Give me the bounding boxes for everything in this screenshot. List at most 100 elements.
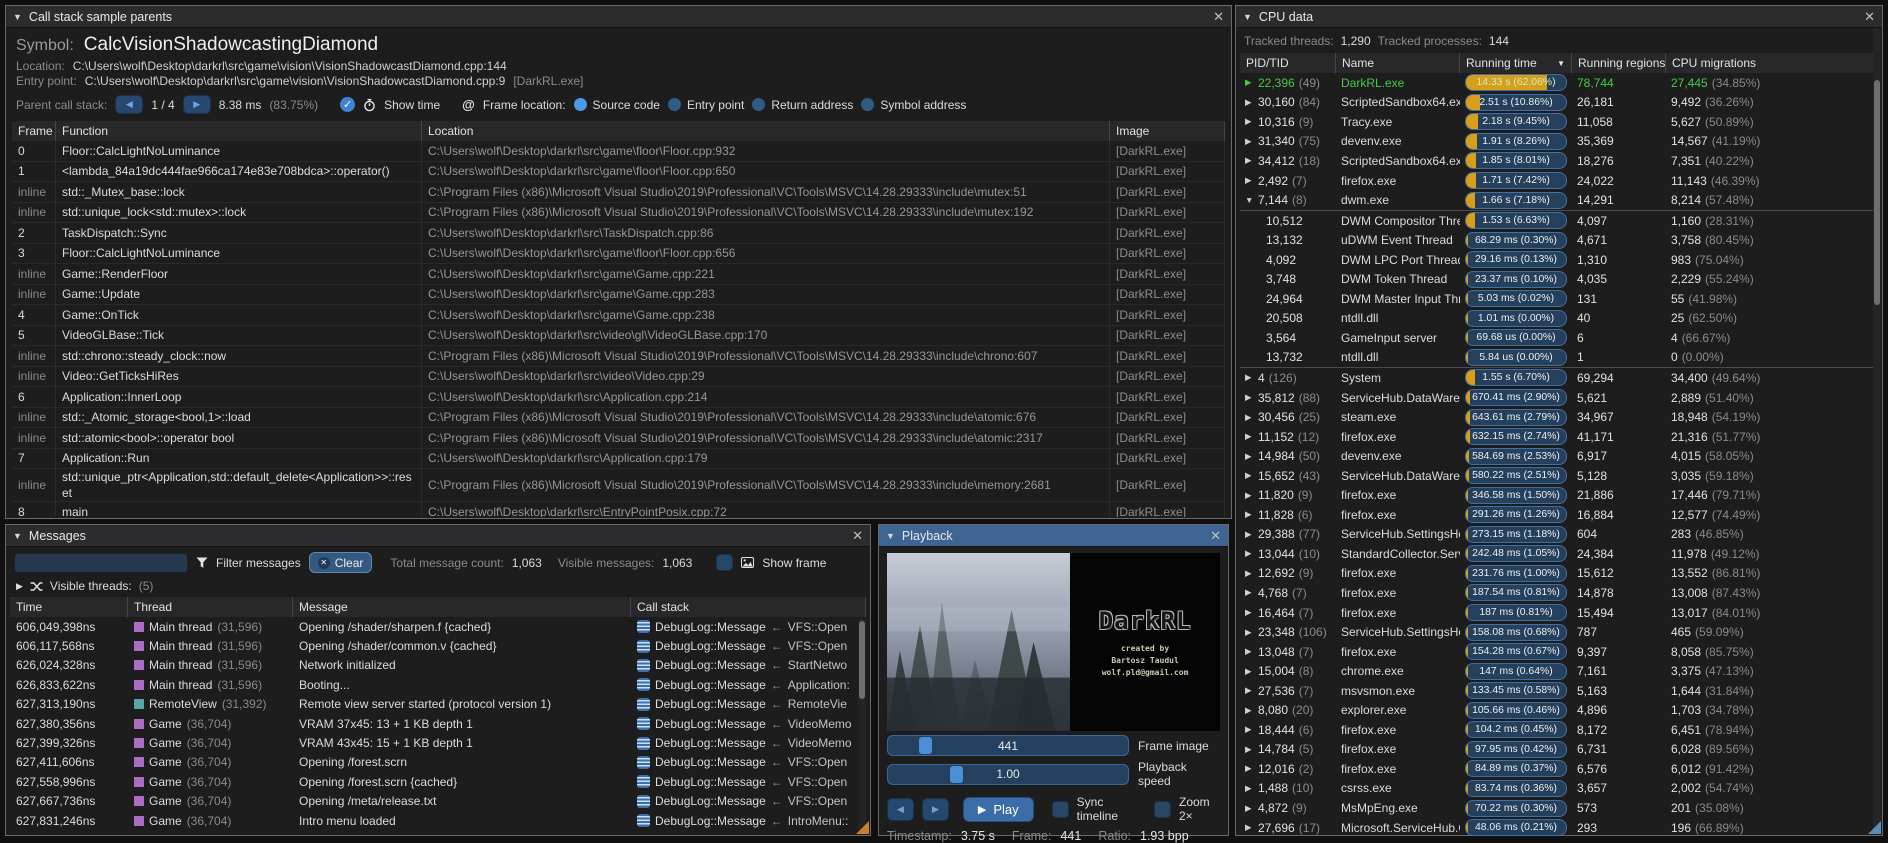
- callstack-cell[interactable]: DebugLog::Message←VFS::Open: [631, 620, 866, 634]
- cpu-process-row[interactable]: ▶22,396(49)DarkRL.exe14.33 s (62.06%)78,…: [1240, 73, 1874, 93]
- message-row[interactable]: 627,399,326nsGame(36,704)VRAM 43x45: 15 …: [10, 733, 866, 752]
- play-button[interactable]: ▶ Play: [963, 797, 1034, 822]
- expand-icon[interactable]: ▶: [1245, 431, 1254, 442]
- message-row[interactable]: 606,117,568nsMain thread(31,596)Opening …: [10, 636, 866, 655]
- expand-icon[interactable]: ▶: [1245, 451, 1254, 462]
- radio-symbol-address[interactable]: Symbol address: [861, 98, 966, 112]
- cpu-process-row[interactable]: ▶4,872(9)MsMpEng.exe70.22 ms (0.30%)5732…: [1240, 798, 1874, 818]
- zoom-2x-label[interactable]: Zoom 2×: [1179, 795, 1220, 823]
- cpu-process-row[interactable]: ▶29,388(77)ServiceHub.SettingsHost273.15…: [1240, 525, 1874, 545]
- cpu-process-row[interactable]: ▶14,984(50)devenv.exe584.69 ms (2.53%)6,…: [1240, 446, 1874, 466]
- cpu-thread-row[interactable]: 13,732ntdll.dll5.84 us (0.00%)10(0.00%): [1240, 348, 1874, 369]
- next-callstack-button[interactable]: ▶: [183, 95, 211, 114]
- cpu-process-row[interactable]: ▶13,044(10)StandardCollector.Servic242.4…: [1240, 544, 1874, 564]
- expand-icon[interactable]: ▶: [1245, 372, 1254, 383]
- cpu-process-row[interactable]: ▶30,456(25)steam.exe643.61 ms (2.79%)34,…: [1240, 407, 1874, 427]
- expand-icon[interactable]: ▶: [1245, 548, 1254, 559]
- visible-threads-label[interactable]: Visible threads:: [50, 579, 132, 593]
- message-row[interactable]: 627,558,996nsGame(36,704)Opening /forest…: [10, 772, 866, 791]
- callstack-frame-row[interactable]: inlineGame::RenderFloorC:\Users\wolf\Des…: [12, 264, 1225, 285]
- callstack-cell[interactable]: DebugLog::Message←RemoteVie: [631, 697, 866, 711]
- cpu-process-row[interactable]: ▶13,048(7)firefox.exe154.28 ms (0.67%)9,…: [1240, 642, 1874, 662]
- show-time-checkbox[interactable]: ✓: [340, 97, 355, 112]
- message-row[interactable]: 627,411,606nsGame(36,704)Opening /forest…: [10, 753, 866, 772]
- callstack-cell[interactable]: DebugLog::Message←StartNetwo: [631, 658, 866, 672]
- callstack-frame-row[interactable]: 1<lambda_84a19dc444fae966ca174e83e708bdc…: [12, 162, 1225, 183]
- show-time-label[interactable]: Show time: [384, 98, 440, 112]
- filter-input[interactable]: [14, 553, 188, 573]
- radio-return-address[interactable]: Return address: [752, 98, 853, 112]
- cpu-process-row[interactable]: ▶8,080(20)explorer.exe105.66 ms (0.46%)4…: [1240, 701, 1874, 721]
- expand-icon[interactable]: ▶: [1245, 646, 1254, 657]
- callstack-cell[interactable]: DebugLog::Message←Application:: [631, 678, 866, 692]
- expand-icon[interactable]: ▶: [1245, 587, 1254, 598]
- expand-icon[interactable]: ▶: [1245, 607, 1254, 618]
- cpu-thread-row[interactable]: 24,964DWM Master Input Threa5.03 ms (0.0…: [1240, 289, 1874, 309]
- cpu-process-row[interactable]: ▶10,316(9)Tracy.exe2.18 s (9.45%)11,0585…: [1240, 112, 1874, 132]
- resize-grip[interactable]: [856, 821, 869, 834]
- cpu-process-row[interactable]: ▶16,464(7)firefox.exe187 ms (0.81%)15,49…: [1240, 603, 1874, 623]
- cpu-process-row[interactable]: ▶12,016(2)firefox.exe84.89 ms (0.37%)6,5…: [1240, 759, 1874, 779]
- col-cpu-migrations[interactable]: CPU migrations: [1666, 53, 1874, 73]
- message-row[interactable]: 626,833,622nsMain thread(31,596)Booting.…: [10, 675, 866, 694]
- message-row[interactable]: 626,024,328nsMain thread(31,596)Network …: [10, 656, 866, 675]
- close-icon[interactable]: ✕: [1213, 9, 1224, 25]
- cpu-process-row[interactable]: ▶14,784(5)firefox.exe97.95 ms (0.42%)6,7…: [1240, 740, 1874, 760]
- col-running-time[interactable]: Running time▼: [1460, 53, 1572, 73]
- callstack-frame-row[interactable]: 6Application::InnerLoopC:\Users\wolf\Des…: [12, 387, 1225, 408]
- prev-frame-button[interactable]: ◀: [887, 798, 914, 821]
- callstack-frame-row[interactable]: 0Floor::CalcLightNoLuminanceC:\Users\wol…: [12, 141, 1225, 162]
- messages-scrollbar[interactable]: [858, 619, 866, 831]
- callstack-cell[interactable]: DebugLog::Message←VFS::Open: [631, 794, 866, 808]
- callstack-frame-row[interactable]: inlinestd::atomic<bool>::operator boolC:…: [12, 428, 1225, 449]
- cpu-process-row[interactable]: ▶27,696(17)Microsoft.ServiceHub.Co48.06 …: [1240, 818, 1874, 836]
- callstack-frame-row[interactable]: inlinestd::unique_ptr<Application,std::d…: [12, 469, 1225, 502]
- expand-icon[interactable]: ▶: [1245, 136, 1254, 147]
- callstack-cell[interactable]: DebugLog::Message←VideoMemo: [631, 717, 866, 731]
- playback-speed-slider[interactable]: 1.00: [887, 764, 1129, 785]
- callstack-cell[interactable]: DebugLog::Message←VideoMemo: [631, 736, 866, 750]
- expand-icon[interactable]: ▶: [1245, 763, 1254, 774]
- callstack-cell[interactable]: DebugLog::Message←VFS::Open: [631, 639, 866, 653]
- callstack-frame-row[interactable]: inlinestd::unique_lock<std::mutex>::lock…: [12, 203, 1225, 224]
- callstack-frame-row[interactable]: inlinestd::_Atomic_storage<bool,1>::load…: [12, 408, 1225, 429]
- cpu-process-row[interactable]: ▶30,160(84)ScriptedSandbox64.exe2.51 s (…: [1240, 93, 1874, 113]
- message-row[interactable]: 627,667,736nsGame(36,704)Opening /meta/r…: [10, 792, 866, 811]
- next-frame-button[interactable]: ▶: [922, 798, 949, 821]
- scrollbar-thumb[interactable]: [1874, 80, 1880, 305]
- expand-icon[interactable]: ▶: [1245, 412, 1254, 423]
- expand-icon[interactable]: ▶: [1245, 470, 1254, 481]
- callstack-frame-row[interactable]: inlinestd::chrono::steady_clock::nowC:\P…: [12, 346, 1225, 367]
- callstack-frame-row[interactable]: 8mainC:\Users\wolf\Desktop\darkrl\src\En…: [12, 502, 1225, 517]
- expand-icon[interactable]: ▶: [1245, 529, 1254, 540]
- cpu-process-row[interactable]: ▶35,812(88)ServiceHub.DataWarehou670.41 …: [1240, 388, 1874, 408]
- callstack-frame-row[interactable]: 2TaskDispatch::SyncC:\Users\wolf\Desktop…: [12, 223, 1225, 244]
- callstack-frame-row[interactable]: inlineVideo::GetTicksHiResC:\Users\wolf\…: [12, 367, 1225, 388]
- cpu-process-row[interactable]: ▶11,828(6)firefox.exe291.26 ms (1.26%)16…: [1240, 505, 1874, 525]
- expand-icon[interactable]: ▶: [1245, 392, 1254, 403]
- expand-icon[interactable]: ▶: [1245, 685, 1254, 696]
- expand-icon[interactable]: ▶: [1245, 744, 1254, 755]
- cpu-thread-row[interactable]: 4,092DWM LPC Port Thread29.16 ms (0.13%)…: [1240, 250, 1874, 270]
- prev-callstack-button[interactable]: ◀: [115, 95, 143, 114]
- collapse-icon[interactable]: ▼: [886, 531, 895, 541]
- cpu-process-row[interactable]: ▶2,492(7)firefox.exe1.71 s (7.42%)24,022…: [1240, 171, 1874, 191]
- slider-handle[interactable]: [950, 766, 963, 783]
- expander-icon[interactable]: ▶: [16, 581, 23, 592]
- entry-point-value[interactable]: C:\Users\wolf\Desktop\darkrl\src\game\vi…: [85, 74, 506, 88]
- callstack-frame-row[interactable]: 3Floor::CalcLightNoLuminanceC:\Users\wol…: [12, 244, 1225, 265]
- radio-source-code[interactable]: Source code: [574, 98, 660, 112]
- col-name[interactable]: Name: [1336, 53, 1460, 73]
- close-icon[interactable]: ✕: [1864, 9, 1875, 25]
- callstack-cell[interactable]: DebugLog::Message←VFS::Open: [631, 775, 866, 789]
- cpu-process-row[interactable]: ▶1,488(10)csrss.exe83.74 ms (0.36%)3,657…: [1240, 779, 1874, 799]
- expand-icon[interactable]: ▶: [1245, 155, 1254, 166]
- expand-icon[interactable]: ▶: [1245, 175, 1254, 186]
- callstack-frame-row[interactable]: 7Application::RunC:\Users\wolf\Desktop\d…: [12, 449, 1225, 470]
- cpu-process-row[interactable]: ▶23,348(106)ServiceHub.SettingsHost158.0…: [1240, 622, 1874, 642]
- message-row[interactable]: 627,380,356nsGame(36,704)VRAM 37x45: 13 …: [10, 714, 866, 733]
- expand-icon[interactable]: ▶: [1245, 509, 1254, 520]
- slider-handle[interactable]: [919, 737, 932, 754]
- cpu-thread-row[interactable]: 13,132uDWM Event Thread68.29 ms (0.30%)4…: [1240, 230, 1874, 250]
- message-row[interactable]: 627,831,246nsGame(36,704)Intro menu load…: [10, 811, 866, 830]
